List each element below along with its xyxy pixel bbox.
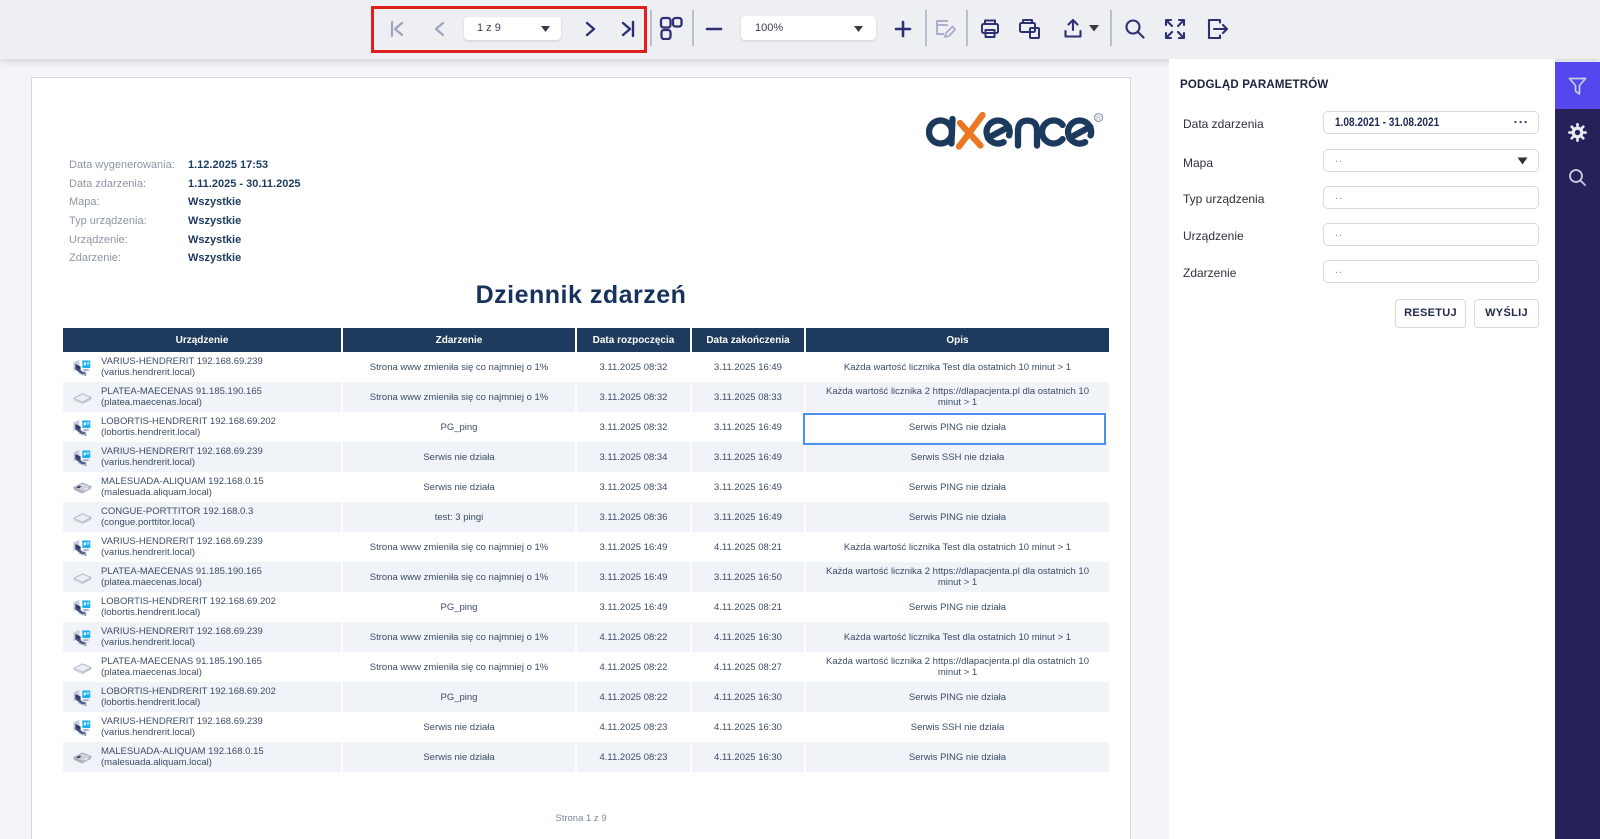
svg-text:R: R xyxy=(1096,115,1101,122)
